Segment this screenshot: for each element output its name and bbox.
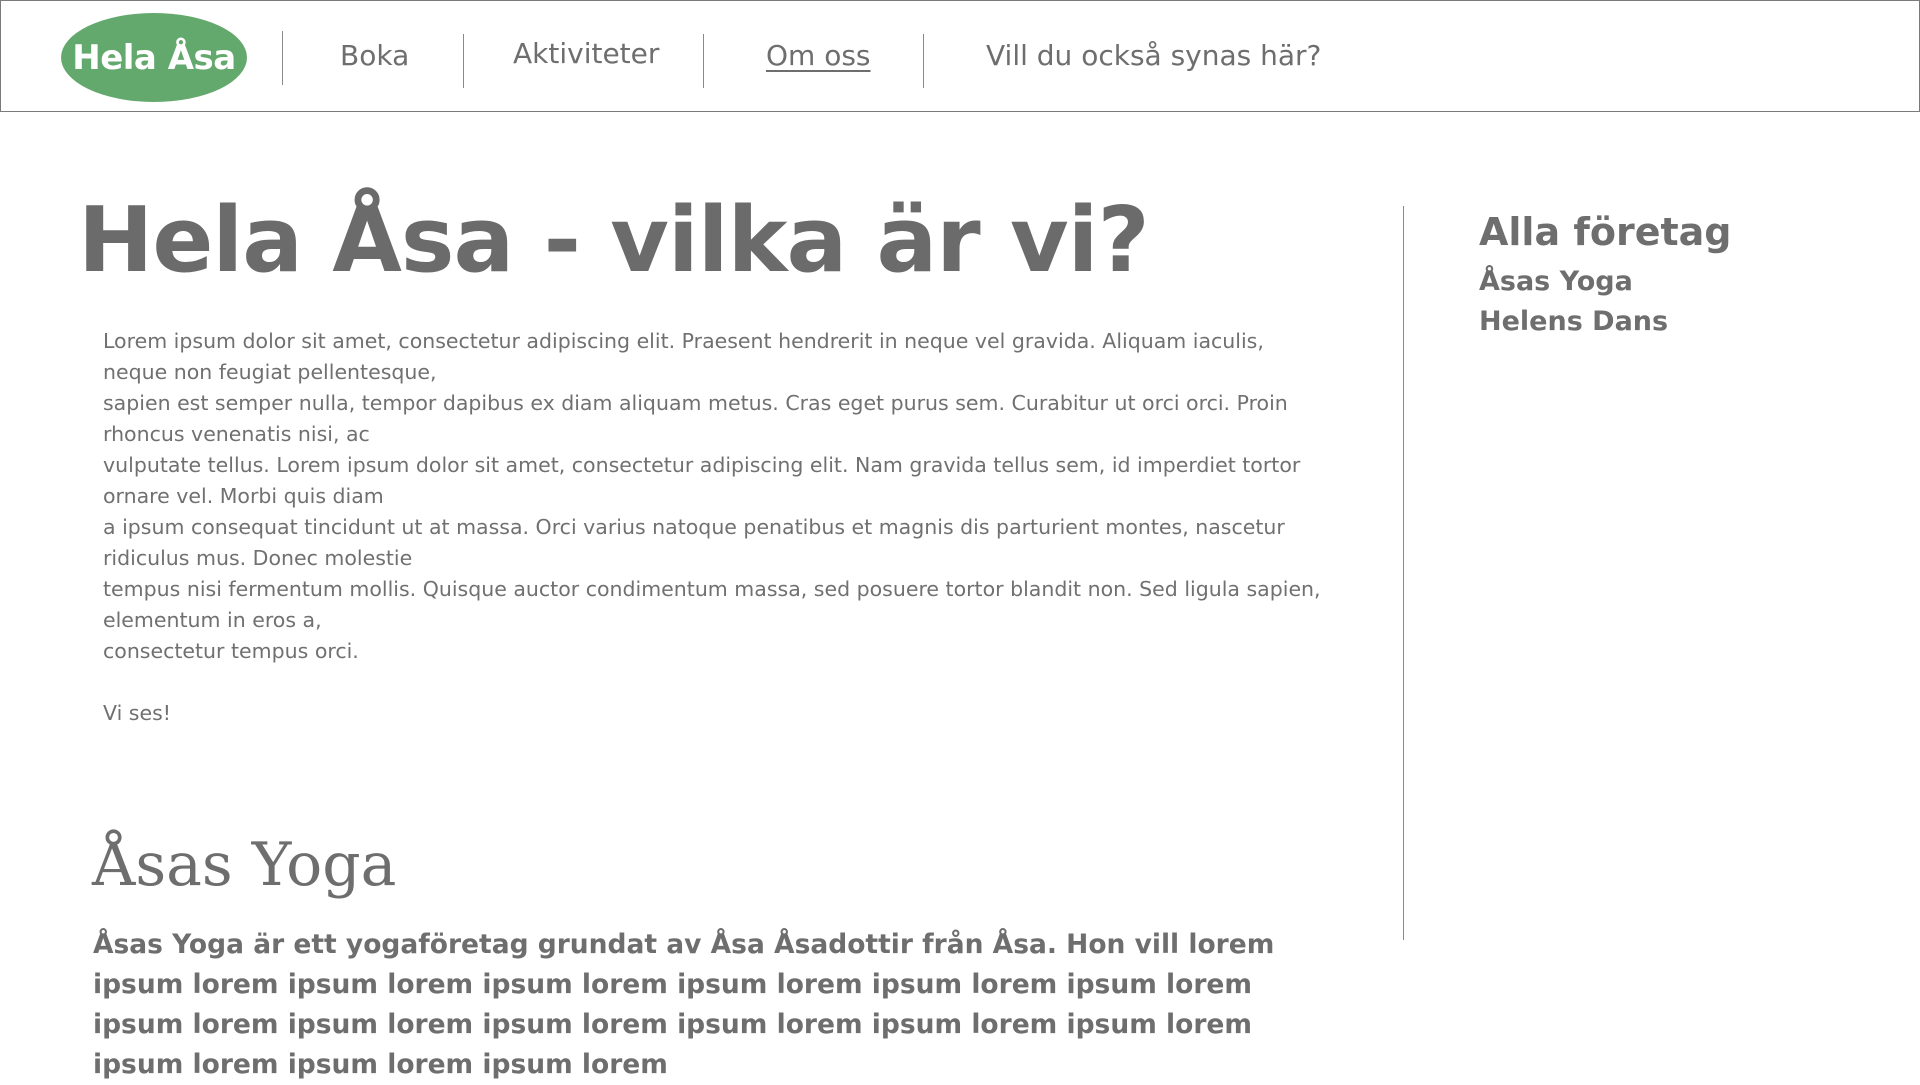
nav-link-vill-du-ocksa-synas[interactable]: Vill du också synas här? [986, 39, 1321, 72]
company-section-title: Åsas Yoga [92, 830, 397, 900]
intro-text: Lorem ipsum dolor sit amet, consectetur … [103, 326, 1333, 729]
nav-divider [703, 34, 704, 88]
sidebar-heading: Alla företag [1479, 210, 1732, 254]
sidebar-item-helens-dans[interactable]: Helens Dans [1479, 302, 1879, 342]
logo-text: Hela Åsa [72, 37, 236, 78]
nav-divider [282, 31, 283, 85]
nav-divider [923, 34, 924, 88]
nav-link-om-oss[interactable]: Om oss [766, 39, 871, 72]
sign-off: Vi ses! [103, 701, 171, 725]
company-section-description: Åsas Yoga är ett yogaföretag grundat av … [93, 929, 1275, 1080]
intro-line: Lorem ipsum dolor sit amet, consectetur … [103, 329, 1264, 384]
nav-link-boka[interactable]: Boka [340, 39, 409, 72]
page-title: Hela Åsa - vilka är vi? [78, 188, 1150, 293]
nav-link-aktiviteter[interactable]: Aktiviteter [513, 37, 659, 70]
intro-line: a ipsum consequat tincidunt ut at massa.… [103, 515, 1285, 570]
intro-line: vulputate tellus. Lorem ipsum dolor sit … [103, 453, 1301, 508]
top-navbar: Hela Åsa Boka Aktiviteter Om oss Vill du… [0, 0, 1920, 112]
logo-home-link[interactable]: Hela Åsa [61, 13, 247, 102]
companies-sidebar: Alla företag Åsas Yoga Helens Dans [1479, 210, 1879, 342]
intro-line: sapien est semper nulla, tempor dapibus … [103, 391, 1288, 446]
intro-line: consectetur tempus orci. [103, 639, 359, 663]
nav-divider [463, 34, 464, 88]
intro-line: tempus nisi fermentum mollis. Quisque au… [103, 577, 1321, 632]
column-divider [1403, 206, 1404, 940]
sidebar-item-asas-yoga[interactable]: Åsas Yoga [1479, 262, 1879, 302]
